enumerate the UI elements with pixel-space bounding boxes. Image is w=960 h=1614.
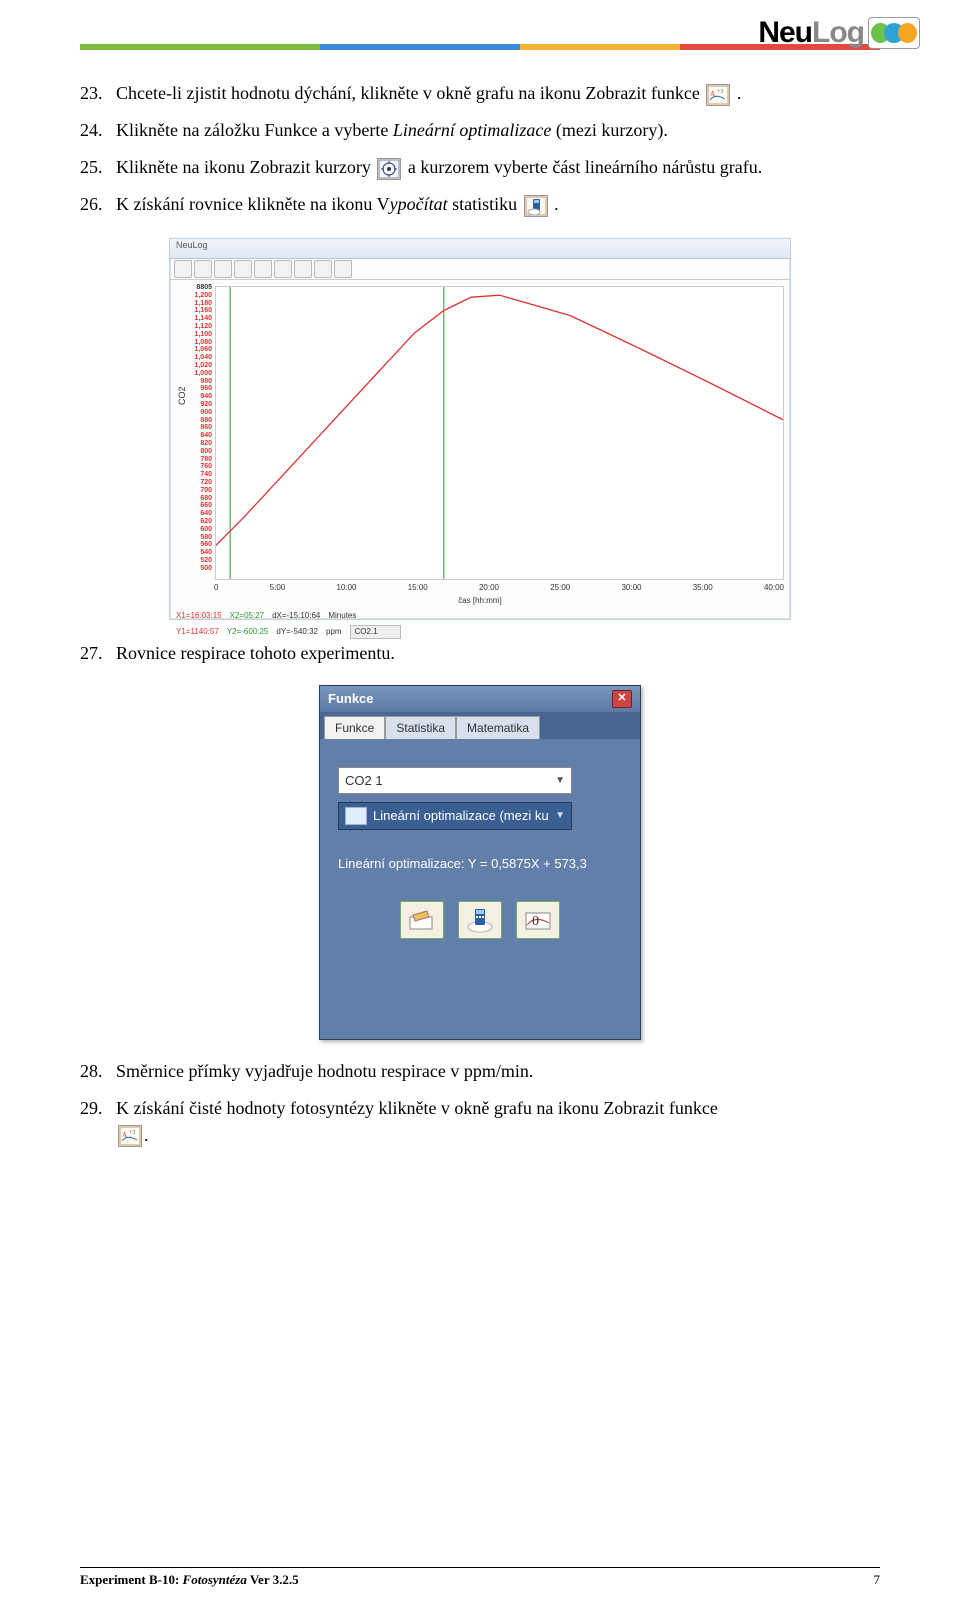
dialog-button-eraser[interactable] bbox=[400, 901, 444, 939]
graph-toolbar bbox=[170, 259, 790, 280]
tab-matematika[interactable]: Matematika bbox=[456, 716, 540, 739]
calculate-statistics-icon bbox=[524, 195, 548, 217]
graph-legend-row2: Y1=1140:57 Y2=-600:25 dY=-540:32 ppm CO2… bbox=[176, 625, 790, 639]
chart-plot bbox=[215, 286, 784, 580]
step-27: 27. Rovnice respirace tohoto experimentu… bbox=[80, 640, 880, 667]
chevron-down-icon: ▼ bbox=[555, 808, 565, 823]
functions-dialog: Funkce ✕ Funkce Statistika Matematika CO… bbox=[319, 685, 641, 1040]
svg-text:0: 0 bbox=[532, 914, 539, 929]
y-axis-label: CO2 bbox=[176, 386, 190, 405]
step-26: 26. K získání rovnice klikněte na ikonu … bbox=[80, 191, 880, 218]
equation-text: Lineární optimalizace: Y = 0,5875X + 573… bbox=[338, 854, 622, 874]
show-cursors-icon bbox=[377, 158, 401, 180]
step-29: 29. K získání čisté hodnoty fotosyntézy … bbox=[80, 1095, 880, 1149]
brand-text: NeuLog bbox=[758, 16, 864, 50]
brand-icon bbox=[868, 17, 920, 49]
graph-legend-row1: X1=16:03:15 X2=05:27 dX=-15:10:64 Minute… bbox=[176, 610, 790, 622]
step-23: 23. Chcete-li zjistit hodnotu dýchání, k… bbox=[80, 80, 880, 107]
page-number: 7 bbox=[874, 1572, 881, 1588]
dialog-title-text: Funkce bbox=[328, 689, 374, 709]
graph-app-titlebar: NeuLog bbox=[170, 239, 790, 259]
tab-statistika[interactable]: Statistika bbox=[385, 716, 456, 739]
linear-fit-icon bbox=[345, 807, 367, 825]
step-28: 28. Směrnice přímky vyjadřuje hodnotu re… bbox=[80, 1058, 880, 1085]
close-icon[interactable]: ✕ bbox=[612, 690, 632, 708]
body-text: 23. Chcete-li zjistit hodnotu dýchání, k… bbox=[80, 80, 880, 1149]
select-function[interactable]: Lineární optimalizace (mezi ku ▼ bbox=[338, 802, 572, 830]
show-functions-icon: A+3 bbox=[118, 1125, 142, 1147]
svg-text:+3: +3 bbox=[129, 1130, 135, 1136]
dialog-titlebar: Funkce ✕ bbox=[320, 686, 640, 712]
show-functions-icon: A+3 bbox=[706, 84, 730, 106]
chevron-down-icon: ▼ bbox=[555, 773, 565, 788]
page-footer: Experiment B-10: Fotosyntéza Ver 3.2.5 7 bbox=[80, 1567, 880, 1588]
tab-funkce[interactable]: Funkce bbox=[324, 716, 385, 739]
y-axis-ticks: 88051,2001,1801,1601,1401,1201,1001,0801… bbox=[170, 280, 215, 580]
step-25: 25. Klikněte na ikonu Zobrazit kurzory a… bbox=[80, 154, 880, 181]
graph-screenshot: NeuLog CO2 88051,2001,1801,1601,1401,120… bbox=[169, 238, 791, 620]
select-sensor[interactable]: CO2 1▼ bbox=[338, 767, 572, 795]
dialog-button-zero[interactable]: 0 bbox=[516, 901, 560, 939]
x-axis-label: čas [hh:mm] bbox=[170, 595, 790, 607]
dialog-tabs: Funkce Statistika Matematika bbox=[320, 712, 640, 739]
brand-logo: NeuLog bbox=[758, 16, 920, 50]
dialog-button-calculator[interactable] bbox=[458, 901, 502, 939]
x-axis-ticks: 05:0010:0015:0020:0025:0030:0035:0040:00 bbox=[214, 582, 784, 594]
step-24: 24. Klikněte na záložku Funkce a vyberte… bbox=[80, 117, 880, 144]
svg-text:+3: +3 bbox=[717, 89, 723, 95]
